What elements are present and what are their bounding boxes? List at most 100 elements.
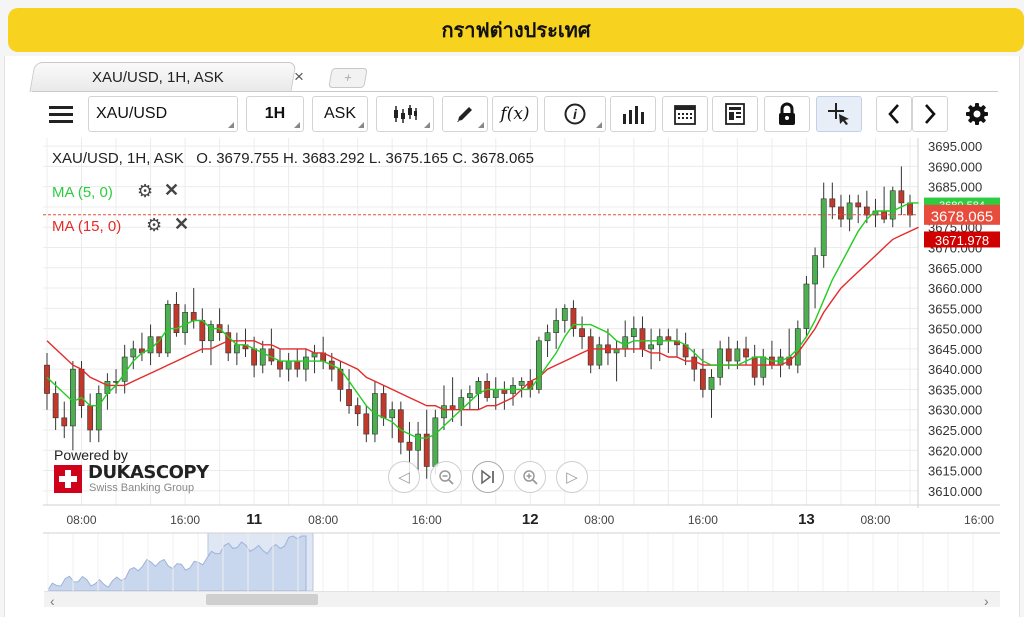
candle-body <box>855 202 862 208</box>
instrument-select[interactable]: XAU/USD <box>88 96 238 132</box>
candle-body <box>708 376 715 390</box>
candle-body <box>579 328 585 338</box>
candle-body <box>648 344 654 350</box>
lock-icon <box>779 102 795 125</box>
report-button[interactable] <box>712 96 758 132</box>
ma5-remove-close-icon[interactable]: ✕ <box>164 180 179 201</box>
ohlc-legend: XAU/USD, 1H, ASK O. 3679.755 H. 3683.292… <box>52 150 534 167</box>
candle-body <box>466 393 473 398</box>
candle-body <box>233 344 240 354</box>
dukascopy-tagline: Swiss Banking Group <box>89 482 195 494</box>
candle-body <box>346 389 352 406</box>
candle-body <box>760 356 767 378</box>
candle-body <box>898 190 905 204</box>
candle-body <box>907 202 913 216</box>
next-button[interactable] <box>912 96 948 132</box>
scrollbar-left-arrow-icon[interactable]: ‹ <box>50 593 55 609</box>
prev-button[interactable] <box>876 96 912 132</box>
ma15-legend: MA (15, 0) <box>52 218 122 235</box>
candlestick-icon <box>394 105 417 123</box>
ma5-legend: MA (5, 0) <box>52 184 113 201</box>
candle-body <box>268 348 275 362</box>
toolbar-divider <box>32 91 998 92</box>
candle-body <box>596 344 603 366</box>
candle-body <box>838 206 844 220</box>
horizontal-scrollbar[interactable] <box>44 591 1000 607</box>
scroll-right-button[interactable]: ▷ <box>556 461 588 493</box>
candle-body <box>423 433 430 467</box>
candle-body <box>277 360 283 370</box>
reset-view-button[interactable] <box>472 461 504 493</box>
candle-body <box>389 409 396 419</box>
info-icon: i <box>564 103 586 125</box>
scroll-left-button[interactable]: ◁ <box>388 461 420 493</box>
calendar-icon <box>674 105 696 125</box>
calendar-button[interactable] <box>662 96 708 132</box>
crosshair-icon <box>828 103 849 125</box>
time-axis-tick: 11 <box>246 511 262 528</box>
scrollbar-right-arrow-icon[interactable]: › <box>984 593 989 609</box>
chart-type-button[interactable] <box>376 96 434 132</box>
price-axis-tick: 3655.000 <box>928 301 982 316</box>
candle-body <box>587 336 594 366</box>
crosshair-button[interactable] <box>816 96 862 132</box>
time-axis-tick: 08:00 <box>308 513 338 527</box>
zoom-in-icon <box>523 470 538 485</box>
side-value: ASK <box>323 105 356 122</box>
bar-chart-icon <box>623 106 644 124</box>
scroll-right-icon: ▷ <box>566 469 578 486</box>
chevron-right-icon <box>925 104 936 124</box>
candle-body <box>432 417 439 467</box>
price-axis-tick: 3685.000 <box>928 180 982 195</box>
draw-tool-button[interactable] <box>442 96 488 132</box>
indicators-button[interactable]: f(x) <box>492 96 538 132</box>
price-axis-tick: 3660.000 <box>928 281 982 296</box>
price-chart[interactable]: 3695.0003690.0003685.0003680.0003675.000… <box>43 138 1000 598</box>
candle-body <box>691 356 698 370</box>
candle-body <box>354 405 361 415</box>
time-axis-tick: 16:00 <box>688 513 718 527</box>
indicator-label: f(x) <box>500 104 530 124</box>
report-icon <box>725 103 745 125</box>
add-tab-button[interactable]: + <box>328 68 368 88</box>
candle-body <box>380 393 387 419</box>
candle-body <box>182 312 188 333</box>
period-select[interactable]: 1H <box>246 96 304 132</box>
candle-body <box>492 389 499 398</box>
price-axis-tick: 3690.000 <box>928 159 982 174</box>
swiss-flag-icon <box>54 465 82 493</box>
pencil-icon <box>457 107 472 122</box>
candle-body <box>87 405 94 431</box>
ma5-settings-gear-icon[interactable]: ⚙ <box>137 181 153 202</box>
candle-body <box>846 202 853 220</box>
ma15-remove-close-icon[interactable]: ✕ <box>174 214 189 235</box>
candle-body <box>121 356 128 382</box>
ma15-settings-gear-icon[interactable]: ⚙ <box>146 215 162 236</box>
settings-button[interactable] <box>958 96 996 132</box>
candle-body <box>536 340 542 390</box>
candle-body <box>95 393 102 431</box>
tab-close-icon[interactable]: × <box>294 67 304 87</box>
zoom-out-button[interactable] <box>430 461 462 493</box>
candle-body <box>52 393 59 419</box>
candle-body <box>820 198 827 256</box>
scrollbar-thumb[interactable] <box>206 594 318 605</box>
side-select[interactable]: ASK <box>312 96 368 132</box>
volume-button[interactable] <box>610 96 656 132</box>
info-button[interactable]: i <box>544 96 606 132</box>
hamburger-menu-button[interactable] <box>40 96 82 132</box>
time-axis-tick: 13 <box>798 511 815 528</box>
price-axis-tick: 3640.000 <box>928 362 982 377</box>
candle-body <box>251 348 258 366</box>
candle-body <box>285 360 292 370</box>
candle-body <box>70 368 76 427</box>
candle-body <box>303 356 309 370</box>
zoom-in-button[interactable] <box>514 461 546 493</box>
dukascopy-name: DUKASCOPY <box>88 462 209 483</box>
lock-button[interactable] <box>764 96 810 132</box>
candle-body <box>863 206 870 216</box>
price-axis-tick: 3635.000 <box>928 382 982 397</box>
price-axis-tick: 3625.000 <box>928 423 982 438</box>
page-banner-title: กราฟต่างประเทศ <box>8 8 1024 52</box>
instrument-value: XAU/USD <box>96 105 168 122</box>
